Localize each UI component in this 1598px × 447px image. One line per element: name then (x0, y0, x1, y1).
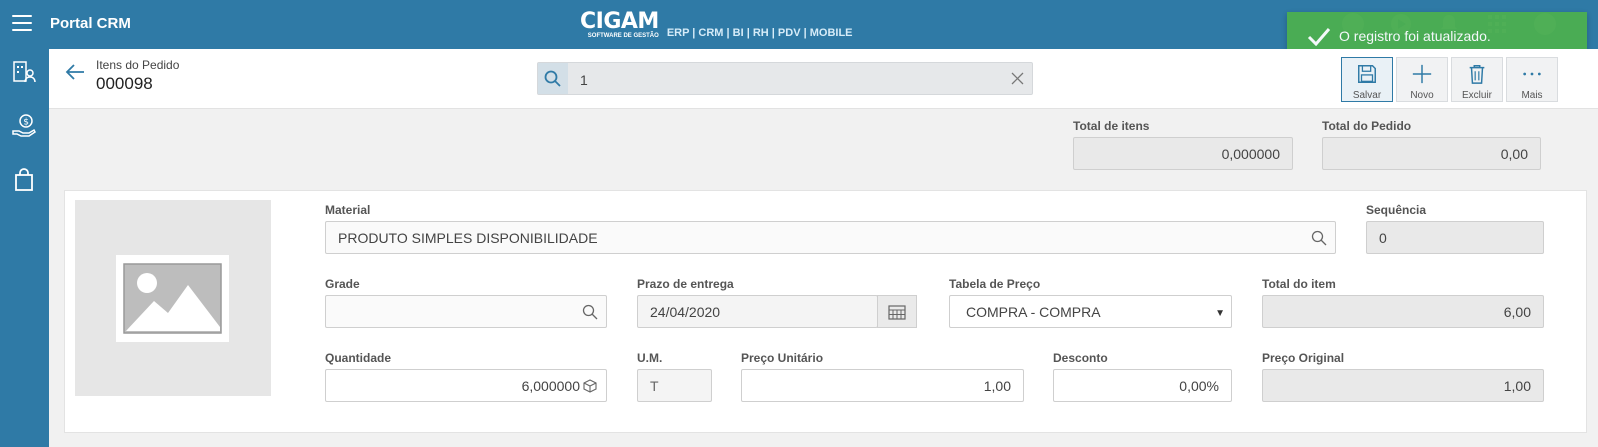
delete-label: Excluir (1461, 90, 1492, 101)
svg-text:$: $ (23, 118, 29, 128)
page-title: 000098 (96, 74, 153, 93)
new-button[interactable]: Novo (1396, 57, 1448, 102)
preco-original-label: Preço Original (1262, 351, 1345, 365)
plus-icon (1412, 64, 1432, 84)
material-field[interactable]: PRODUTO SIMPLES DISPONIBILIDADE (325, 221, 1336, 254)
total-item-label: Total do item (1262, 277, 1336, 291)
building-user-icon[interactable] (11, 59, 37, 85)
search-input[interactable]: 1 (580, 72, 588, 88)
um-label: U.M. (637, 351, 663, 365)
grade-label: Grade (325, 277, 360, 291)
total-item-field: 6,00 (1262, 295, 1544, 328)
search-icon[interactable] (538, 63, 568, 94)
action-toolbar: Salvar Novo Excluir Mais (1341, 57, 1558, 102)
quantidade-label: Quantidade (325, 351, 392, 365)
desconto-field[interactable]: 0,00% (1053, 369, 1232, 402)
chevron-down-icon: ▼ (1215, 308, 1225, 319)
prazo-label: Prazo de entrega (637, 277, 734, 291)
preco-field[interactable]: 1,00 (741, 369, 1024, 402)
grade-field[interactable] (325, 295, 607, 328)
search-icon[interactable] (1311, 230, 1327, 246)
search-icon[interactable] (582, 304, 598, 320)
quantidade-value: 6,000000 (521, 377, 580, 394)
clear-icon[interactable] (1011, 72, 1024, 85)
toast-message: O registro foi atualizado. (1339, 28, 1491, 44)
delete-button[interactable]: Excluir (1451, 57, 1503, 102)
image-placeholder-frame (116, 255, 229, 342)
shopping-bag-icon[interactable] (11, 167, 37, 193)
prazo-field[interactable]: 24/04/2020 (637, 295, 878, 328)
brand-logo: CIGAM SOFTWARE DE GESTÃO ERP | CRM | BI … (580, 11, 853, 40)
total-pedido-label: Total do Pedido (1322, 119, 1412, 133)
more-label: Mais (1521, 90, 1543, 101)
um-field: T (637, 369, 712, 402)
new-label: Novo (1410, 90, 1434, 101)
desconto-label: Desconto (1053, 351, 1108, 365)
app-title: Portal CRM (50, 15, 131, 32)
menu-icon[interactable] (12, 15, 32, 31)
save-button[interactable]: Salvar (1341, 57, 1393, 102)
material-label: Material (325, 203, 371, 217)
calendar-icon (888, 304, 906, 320)
back-arrow-icon[interactable] (65, 63, 85, 81)
trash-icon (1469, 65, 1485, 84)
more-icon (1523, 72, 1541, 76)
subheader: Itens do Pedido 000098 1 Salvar Novo Exc… (49, 49, 1598, 109)
material-value: PRODUTO SIMPLES DISPONIBILIDADE (338, 229, 598, 246)
tabela-label: Tabela de Preço (949, 277, 1041, 291)
image-placeholder-icon (123, 263, 222, 334)
tabela-select[interactable]: COMPRA - COMPRA ▼ (949, 295, 1232, 328)
search-bar[interactable]: 1 (537, 62, 1033, 95)
more-button[interactable]: Mais (1506, 57, 1558, 102)
brand-name: CIGAM (580, 9, 659, 34)
preco-label: Preço Unitário (741, 351, 824, 365)
tabela-value: COMPRA - COMPRA (966, 303, 1101, 320)
sidebar: $ (0, 49, 49, 447)
quantidade-field[interactable]: 6,000000 (325, 369, 607, 402)
sequencia-field: 0 (1366, 221, 1544, 254)
calendar-button[interactable] (877, 295, 917, 328)
hand-money-icon[interactable]: $ (11, 113, 37, 139)
save-label: Salvar (1352, 90, 1382, 101)
page-subtitle: Itens do Pedido (96, 58, 180, 72)
brand-tagline: SOFTWARE DE GESTÃO (587, 33, 659, 39)
save-icon (1358, 65, 1376, 83)
total-pedido-field: 0,00 (1322, 137, 1541, 170)
box-icon[interactable] (582, 378, 598, 394)
brand-links: ERP | CRM | BI | RH | PDV | MOBILE (666, 27, 853, 39)
preco-original-field: 1,00 (1262, 369, 1544, 402)
sequencia-label: Sequência (1366, 203, 1427, 217)
check-icon (1307, 28, 1331, 46)
total-itens-label: Total de itens (1073, 119, 1150, 133)
total-itens-field: 0,000000 (1073, 137, 1293, 170)
